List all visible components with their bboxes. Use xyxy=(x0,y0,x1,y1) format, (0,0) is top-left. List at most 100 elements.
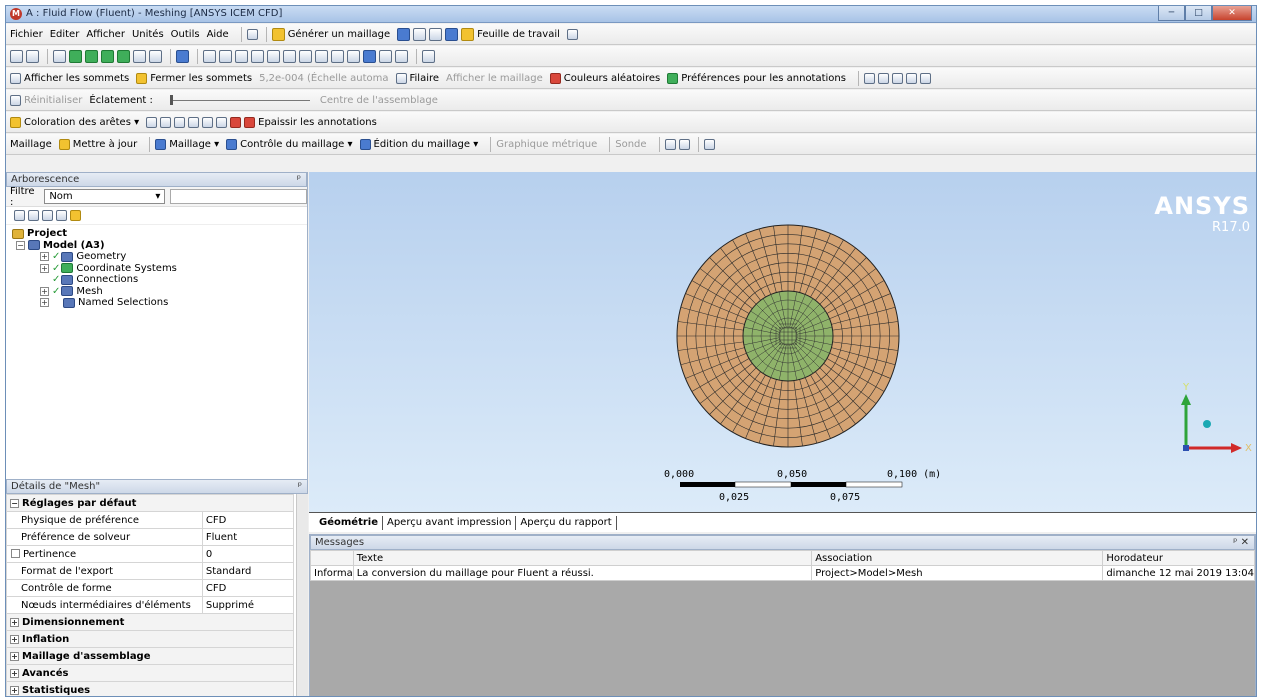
tree-item-geometry[interactable]: + ✓ Geometry xyxy=(12,251,307,263)
thin-annotation-icon[interactable] xyxy=(230,116,242,128)
detail-value[interactable]: Supprimé xyxy=(201,596,295,614)
edge-style-icon[interactable] xyxy=(188,116,200,128)
filter-dropdown[interactable]: Nom xyxy=(44,189,166,204)
tab-geometry[interactable]: Géométrie xyxy=(315,515,383,530)
edge-style-icon[interactable] xyxy=(160,116,172,128)
reset-icon[interactable] xyxy=(10,94,21,106)
snap-icon[interactable] xyxy=(919,72,931,84)
thicken-annotations-button[interactable]: Epaissir les annotations xyxy=(244,116,377,128)
expand-icon[interactable]: + xyxy=(40,263,49,273)
section-statistics[interactable]: + Statistiques xyxy=(6,681,294,696)
snap-icon[interactable] xyxy=(905,72,917,84)
collapse-icon[interactable] xyxy=(28,210,39,221)
select-mode-icon[interactable] xyxy=(26,49,39,63)
expand-icon[interactable]: + xyxy=(10,634,19,644)
zoom-icon[interactable] xyxy=(235,49,248,63)
section-assembly-mesh[interactable]: + Maillage d'assemblage xyxy=(6,647,294,665)
menu-afficher[interactable]: Afficher xyxy=(86,29,125,40)
min-max-icon[interactable] xyxy=(664,138,676,150)
edge-style-icon[interactable] xyxy=(146,116,158,128)
tree-item-model[interactable]: − Model (A3) xyxy=(12,240,307,252)
detail-value[interactable]: Standard xyxy=(201,562,295,580)
set-view-icon[interactable] xyxy=(379,49,392,63)
expand-all-icon[interactable] xyxy=(14,210,25,221)
pin-icon[interactable]: ᵖ xyxy=(298,480,302,493)
menu-outils[interactable]: Outils xyxy=(171,29,200,40)
snap-icon[interactable] xyxy=(877,72,889,84)
column-header[interactable] xyxy=(310,550,354,566)
detail-value[interactable]: 0 xyxy=(201,545,295,563)
tree-item-mesh[interactable]: + ✓ Mesh xyxy=(12,286,307,298)
detail-value[interactable]: CFD xyxy=(201,579,295,597)
section-sizing[interactable]: + Dimensionnement xyxy=(6,613,294,631)
viewport-icon[interactable] xyxy=(422,49,435,63)
select-node-icon[interactable] xyxy=(133,49,146,63)
mesh-menu-button[interactable]: Maillage ▾ xyxy=(155,138,219,150)
detail-row[interactable]: Préférence de solveur Fluent xyxy=(6,528,295,546)
select-element-icon[interactable] xyxy=(149,49,162,63)
explode-slider[interactable] xyxy=(169,94,310,105)
edge-style-icon[interactable] xyxy=(202,116,214,128)
expand-icon[interactable]: + xyxy=(10,651,19,661)
zoom-fit-icon[interactable] xyxy=(267,49,280,63)
tree-item-connections[interactable]: ✓ Connections xyxy=(12,274,307,286)
message-row[interactable]: Informa La conversion du maillage pour F… xyxy=(310,565,1255,581)
edge-style-icon[interactable] xyxy=(174,116,186,128)
box-zoom-icon[interactable] xyxy=(251,49,264,63)
expand-selection-icon[interactable] xyxy=(176,49,189,63)
cursor-icon[interactable] xyxy=(53,49,66,63)
assembly-center-dropdown[interactable]: Centre de l'assemblage xyxy=(320,95,438,106)
select-edge-icon[interactable] xyxy=(85,49,98,63)
update-button[interactable]: Mettre à jour xyxy=(58,138,137,150)
min-max-icon[interactable] xyxy=(678,138,690,150)
collapse-icon[interactable]: − xyxy=(16,240,25,250)
expand-icon[interactable]: + xyxy=(10,617,19,627)
tree-view-icon[interactable] xyxy=(42,210,53,221)
annotation-prefs-button[interactable]: Préférences pour les annotations xyxy=(667,72,846,84)
select-face-icon[interactable] xyxy=(101,49,114,63)
new-section-icon[interactable] xyxy=(246,28,258,40)
show-mesh-button[interactable]: Afficher le maillage xyxy=(446,73,543,84)
pan-icon[interactable] xyxy=(219,49,232,63)
column-header[interactable]: Texte xyxy=(352,550,813,566)
graphics-viewport[interactable]: ANSYS R17.0 0,000 0,050 0,100 (m) 0,025 … xyxy=(309,172,1256,512)
chart-icon[interactable] xyxy=(413,27,427,41)
isometric-view-icon[interactable] xyxy=(363,49,376,63)
detail-row[interactable]: Physique de préférence CFD xyxy=(6,511,295,529)
snap-icon[interactable] xyxy=(891,72,903,84)
mesh-control-button[interactable]: Contrôle du maillage ▾ xyxy=(226,138,353,150)
edge-coloring-button[interactable]: Coloration des arêtes ▾ xyxy=(10,116,139,128)
select-body-icon[interactable] xyxy=(117,49,130,63)
snap-icon[interactable] xyxy=(863,72,875,84)
expand-icon[interactable]: + xyxy=(40,252,49,262)
mesh-edit-button[interactable]: Édition du maillage ▾ xyxy=(359,138,478,150)
close-button[interactable]: ✕ xyxy=(1212,6,1252,21)
pan-mode-icon[interactable] xyxy=(10,49,23,63)
tree-item-project[interactable]: Project xyxy=(12,228,307,240)
column-header[interactable]: Association xyxy=(811,550,1104,566)
scale-dropdown[interactable]: 5,2e-004 (Échelle automa xyxy=(259,73,388,84)
section-advanced[interactable]: + Avancés xyxy=(6,664,294,682)
detail-value[interactable]: Fluent xyxy=(201,528,295,546)
random-colors-button[interactable]: Couleurs aléatoires xyxy=(549,72,660,84)
next-view-icon[interactable] xyxy=(347,49,360,63)
pin-icon[interactable]: ᵖ xyxy=(297,173,301,186)
tab-report-preview[interactable]: Aperçu du rapport xyxy=(516,515,617,530)
probe-button[interactable]: Sonde xyxy=(615,139,646,150)
pin-close-icon[interactable]: ᵖ ✕ xyxy=(1233,536,1249,549)
tab-print-preview[interactable]: Aperçu avant impression xyxy=(383,515,517,530)
expand-icon[interactable]: + xyxy=(10,685,19,695)
plus-tree-icon[interactable] xyxy=(56,210,67,221)
text-annotation-icon[interactable] xyxy=(429,27,443,41)
checkbox[interactable] xyxy=(11,549,20,558)
tree-item-named-selections[interactable]: + Named Selections xyxy=(12,297,307,309)
column-header[interactable]: Horodateur xyxy=(1102,550,1255,566)
reset-button[interactable]: Réinitialiser xyxy=(24,95,82,106)
close-vertices-button[interactable]: Fermer les sommets xyxy=(136,72,252,84)
help-cursor-icon[interactable] xyxy=(566,28,578,40)
tree-item-coordinate-systems[interactable]: + ✓ Coordinate Systems xyxy=(12,263,307,275)
detail-row[interactable]: Contrôle de forme CFD xyxy=(6,579,295,597)
section-inflation[interactable]: + Inflation xyxy=(6,630,294,648)
menu-fichier[interactable]: Fichier xyxy=(10,29,43,40)
show-vertices-button[interactable]: Afficher les sommets xyxy=(10,72,129,84)
